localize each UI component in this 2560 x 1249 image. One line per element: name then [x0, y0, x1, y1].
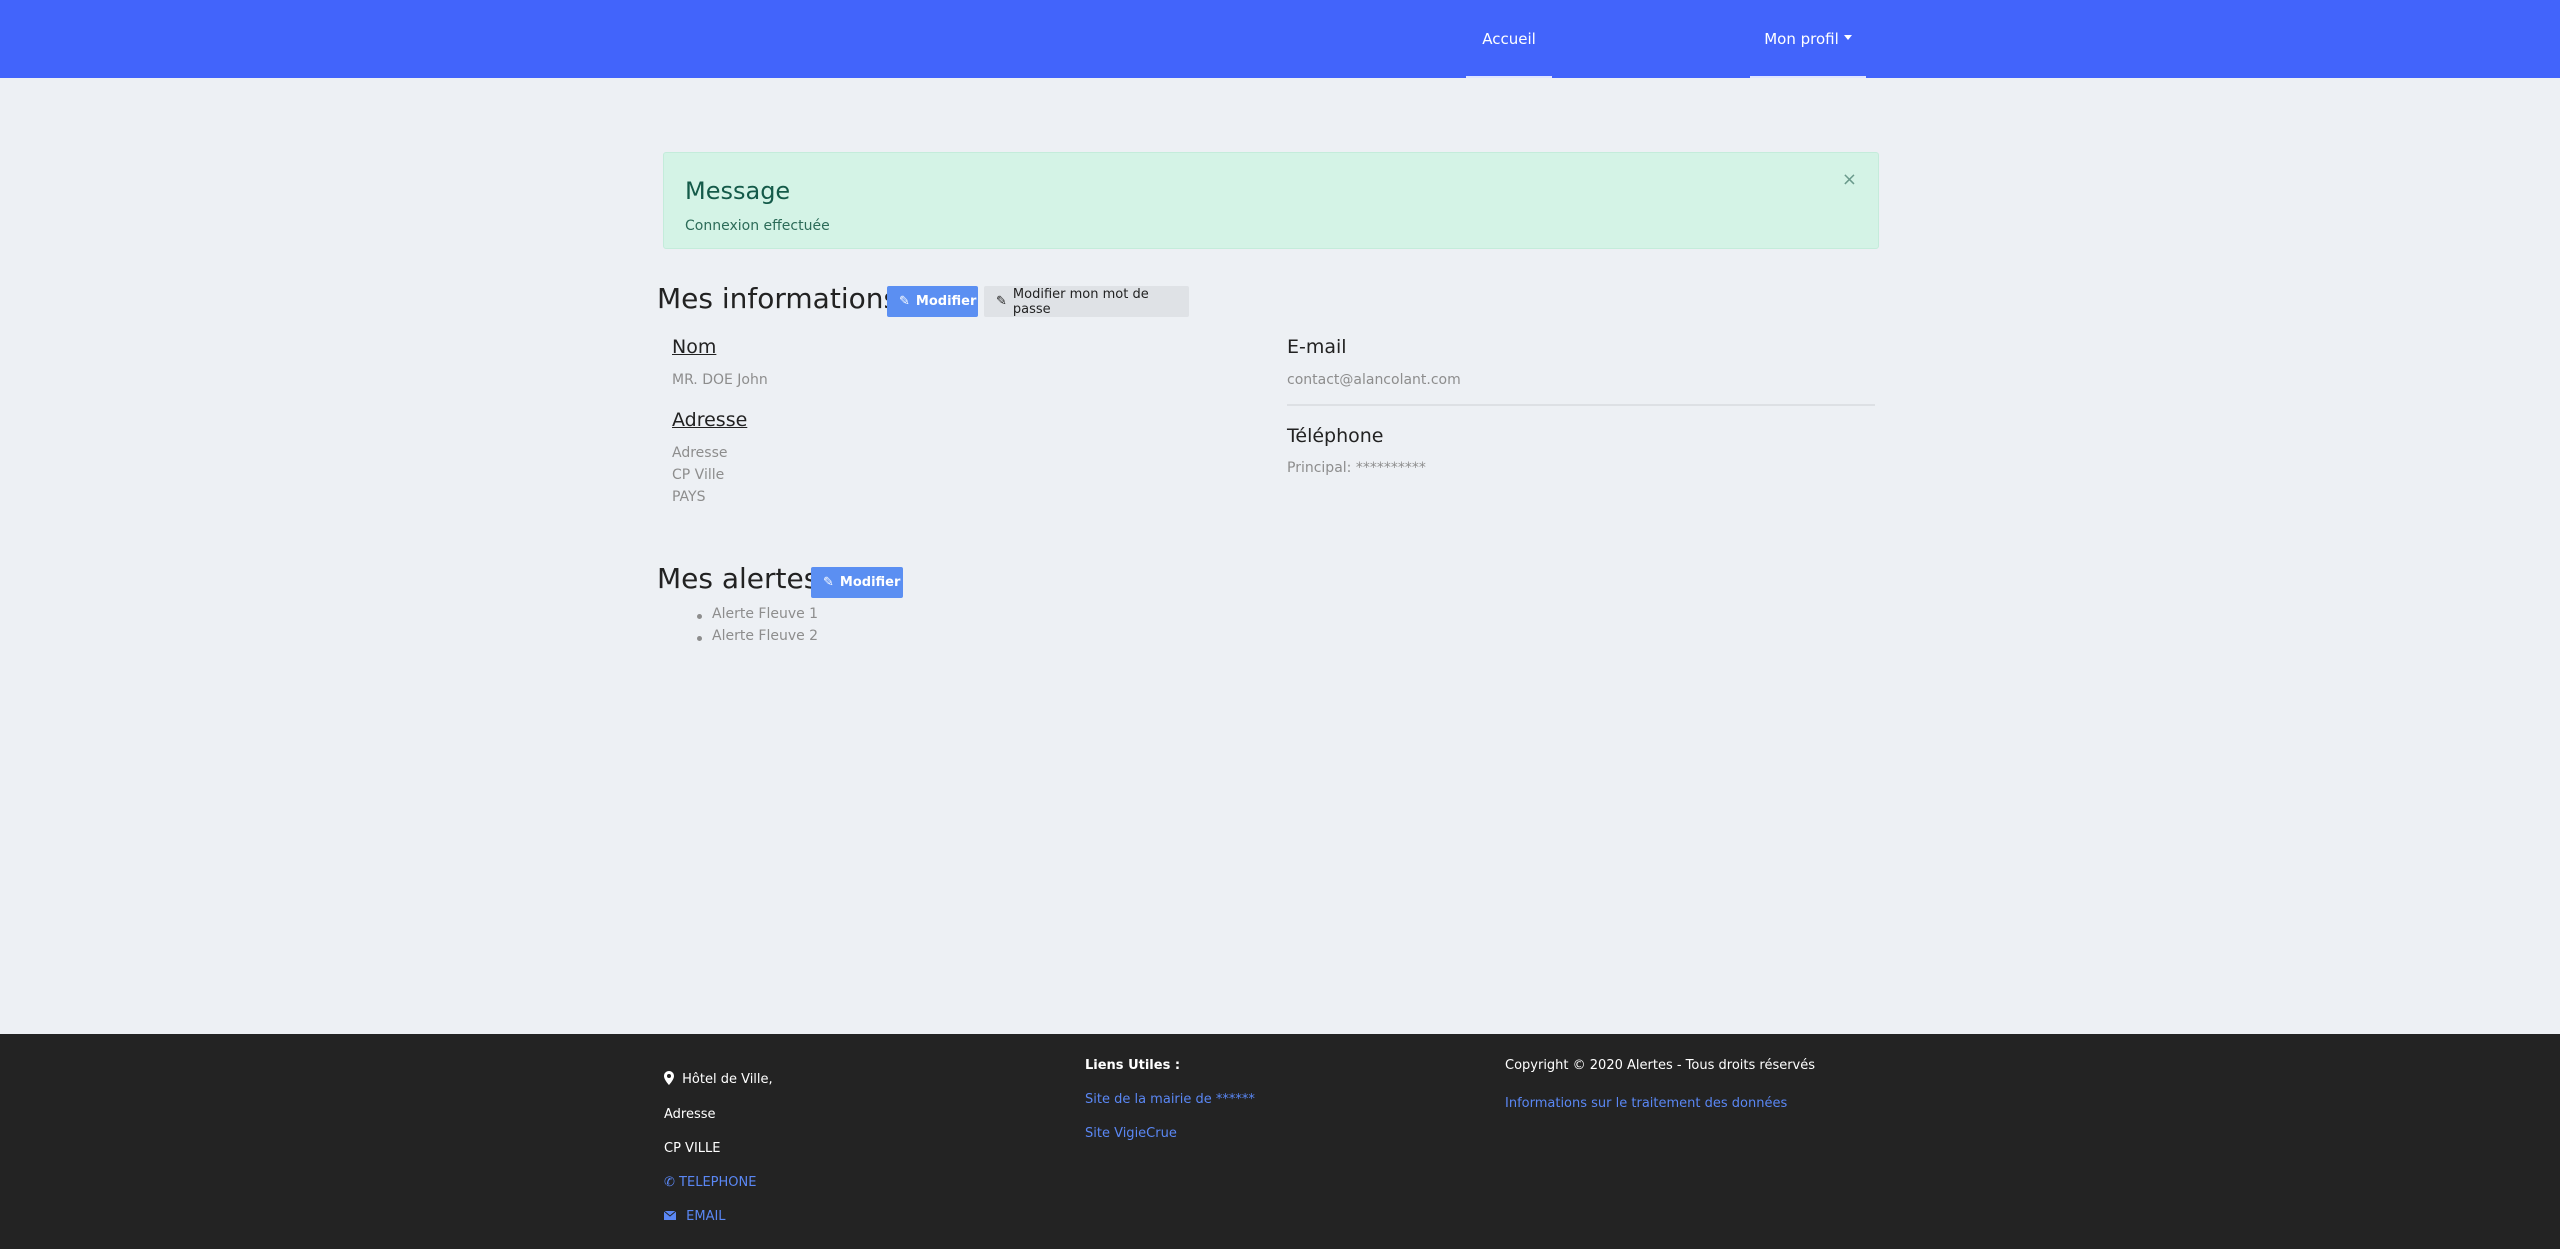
footer-telephone-link[interactable]: ✆ TELEPHONE [664, 1175, 756, 1190]
alert-text: Connexion effectuée [685, 218, 830, 234]
adresse-line: PAYS [672, 489, 706, 505]
change-password-button[interactable]: ✎ Modifier mon mot de passe [984, 286, 1189, 317]
divider [1287, 404, 1875, 406]
edit-info-button[interactable]: ✎ Modifier [887, 286, 978, 317]
nom-label: Nom [672, 336, 717, 358]
adresse-label: Adresse [672, 409, 748, 431]
address-title-text: Hôtel de Ville, [682, 1072, 773, 1087]
success-alert: Message Connexion effectuée × [663, 152, 1879, 249]
envelope-icon [663, 1209, 686, 1224]
footer-address-title: Hôtel de Ville, [664, 1071, 773, 1087]
phone-value: Principal: ********** [1287, 460, 1426, 476]
change-password-label: Modifier mon mot de passe [1012, 286, 1149, 317]
nav-profile-dropdown[interactable]: Mon profil [1750, 0, 1866, 78]
pencil-icon: ✎ [899, 294, 910, 309]
footer-address-line: Adresse [664, 1107, 716, 1122]
adresse-value: Adresse CP Ville PAYS [672, 442, 727, 508]
footer-link-mairie[interactable]: Site de la mairie de ****** [1085, 1092, 1255, 1107]
footer: Hôtel de Ville, Adresse CP VILLE ✆ TELEP… [0, 1034, 2560, 1249]
map-marker-icon [664, 1071, 682, 1087]
caret-down-icon [1843, 35, 1852, 40]
top-navbar: Accueil Mon profil [0, 0, 2560, 78]
pencil-icon: ✎ [823, 575, 834, 590]
phone-icon: ✆ [664, 1175, 675, 1190]
adresse-line: Adresse [672, 445, 728, 461]
nav-home-label: Accueil [1482, 30, 1536, 48]
nav-profile-label: Mon profil [1764, 30, 1839, 48]
adresse-line: CP Ville [672, 467, 725, 483]
edit-alerts-button[interactable]: ✎ Modifier [811, 567, 903, 598]
phone-label: Téléphone [1287, 425, 1384, 447]
footer-link-vigiecrue[interactable]: Site VigieCrue [1085, 1126, 1177, 1141]
list-item: Alerte Fleuve 1 [697, 606, 818, 628]
nav-active-underline [1466, 76, 1552, 78]
footer-email-link[interactable]: EMAIL [663, 1209, 726, 1224]
list-item: Alerte Fleuve 2 [697, 628, 818, 650]
email-text: EMAIL [686, 1209, 726, 1224]
email-value: contact@alancolant.com [1287, 372, 1461, 388]
edit-alerts-label: Modifier [839, 575, 901, 590]
footer-address-line: CP VILLE [664, 1141, 721, 1156]
email-label: E-mail [1287, 336, 1347, 358]
edit-info-label: Modifier [915, 294, 977, 309]
footer-privacy-link[interactable]: Informations sur le traitement des donné… [1505, 1096, 1787, 1111]
telephone-text: TELEPHONE [679, 1175, 757, 1190]
info-heading: Mes informations [657, 282, 899, 315]
alerts-heading: Mes alertes [657, 562, 819, 595]
nav-home-link[interactable]: Accueil [1466, 0, 1552, 78]
pencil-icon: ✎ [996, 294, 1007, 309]
nav-profile-underline [1750, 76, 1866, 78]
close-icon[interactable]: × [1842, 169, 1857, 190]
footer-links-title: Liens Utiles : [1085, 1058, 1181, 1073]
alert-title: Message [685, 177, 791, 205]
alerts-list: Alerte Fleuve 1 Alerte Fleuve 2 [697, 606, 818, 650]
footer-copyright: Copyright © 2020 Alertes - Tous droits r… [1505, 1058, 1816, 1073]
nom-value: MR. DOE John [672, 372, 768, 388]
